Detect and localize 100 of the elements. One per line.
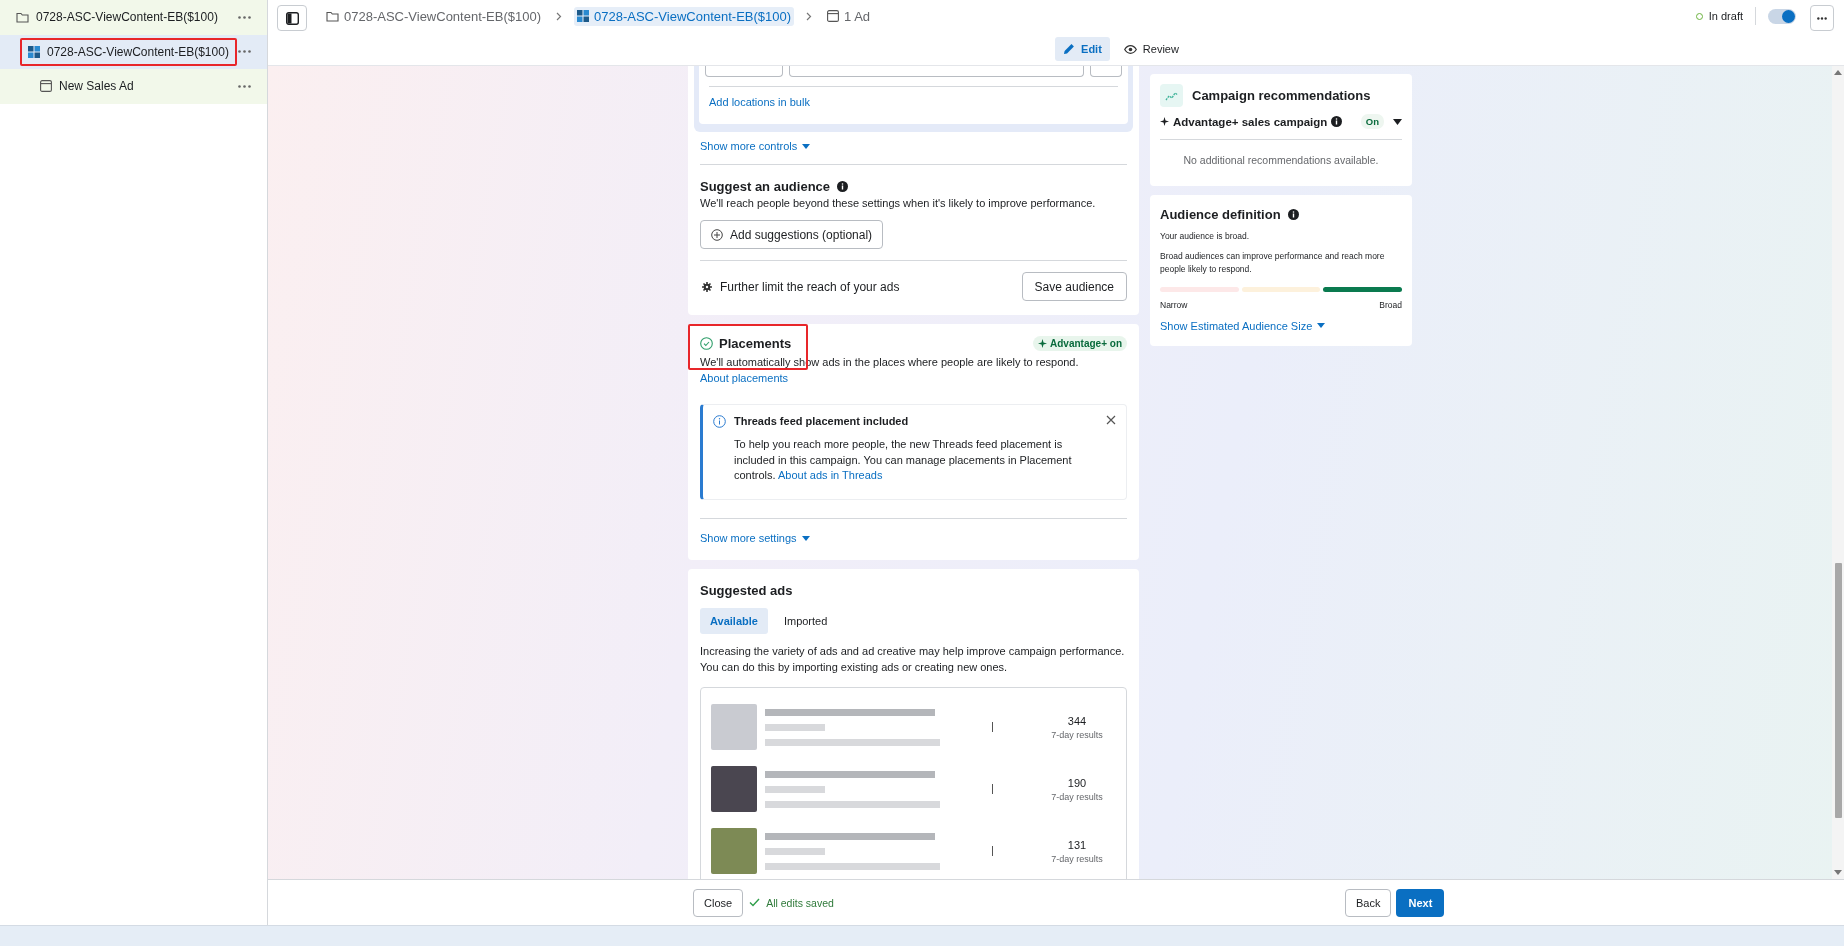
sidebar-item-label: 0728-ASC-ViewContent-EB($100) (47, 44, 229, 59)
grid-icon (577, 10, 590, 22)
sidebar-item[interactable]: 0728-ASC-ViewContent-EB($100) (0, 34, 267, 69)
audience-summary: Your audience is broad. (1160, 230, 1250, 243)
close-button[interactable]: Close (693, 888, 744, 917)
info-icon[interactable] (1287, 209, 1299, 220)
breadcrumb-label: 0728-ASC-ViewContent-EB($100) (344, 8, 542, 24)
empty-message: No additional recommendations available. (1182, 154, 1380, 166)
sidebar-item-label: New Sales Ad (59, 79, 134, 94)
check-circle-icon (700, 337, 713, 351)
show-more-settings-link[interactable]: Show more settings (700, 532, 810, 545)
caret-icon (802, 143, 811, 149)
scroll-thumb[interactable] (1834, 563, 1842, 818)
add-suggestions-button[interactable]: Add suggestions (optional) (700, 220, 884, 250)
tab[interactable]: Available (700, 608, 768, 635)
folder-icon (326, 10, 339, 22)
blurred-thumbnail (711, 766, 757, 813)
gear-icon (702, 281, 712, 292)
breadcrumb-link[interactable]: 0728-ASC-ViewContent-EB($100) (574, 6, 795, 26)
toggle-switch[interactable] (1768, 8, 1796, 24)
view-tab[interactable]: Review (1115, 37, 1187, 61)
back-button[interactable]: Back (1345, 888, 1392, 917)
trend-icon (1160, 84, 1183, 107)
sidebar-item[interactable]: New Sales Ad (0, 69, 267, 104)
redacted-text (765, 847, 825, 855)
sidebar-toggle-button[interactable] (277, 5, 307, 31)
chevron-right-icon (806, 11, 813, 21)
notice-title: Threads feed placement included (734, 415, 910, 428)
scroll-up-icon[interactable] (1834, 70, 1842, 75)
breadcrumb-link[interactable]: 0728-ASC-ViewContent-EB($100) (323, 6, 545, 26)
section-title: Suggested ads (700, 583, 794, 599)
redacted-text (765, 785, 825, 793)
more-icon[interactable] (238, 84, 251, 88)
show-more-controls-link[interactable]: Show more controls (700, 140, 811, 152)
folder-icon (16, 11, 29, 23)
result-label: 7-day results (1051, 853, 1103, 864)
suggested-ads-description: Increasing the variety of ads and ad creative may help improve campaign performance. You can do this by importing existing ads or creating new ones. (700, 644, 1126, 675)
eye-icon (1123, 44, 1137, 54)
sparkle-icon (1160, 117, 1169, 126)
scrollbar[interactable] (1832, 66, 1844, 879)
check-icon (749, 898, 761, 907)
sidebar-icon (285, 11, 299, 25)
save-status: All edits saved (766, 896, 834, 909)
blurred-thumbnail (711, 704, 757, 751)
grid-icon (28, 45, 40, 58)
further-limit-label: Further limit the reach of your ads (720, 279, 900, 294)
result-label: 7-day results (1051, 729, 1103, 740)
add-locations-link[interactable]: Add locations in bulk (709, 96, 810, 108)
input-field[interactable] (789, 66, 1084, 77)
more-button[interactable] (1810, 5, 1834, 31)
caret-icon (801, 535, 810, 541)
blurred-thumbnail (711, 828, 757, 875)
card-title: Audience definition (1160, 207, 1281, 222)
plus-circle-icon (711, 228, 723, 241)
advantage-badge: Advantage+ on (1033, 336, 1127, 352)
info-outline-icon (713, 415, 726, 429)
more-icon (1817, 16, 1827, 20)
sparkle-icon (1038, 339, 1048, 349)
input-field[interactable] (705, 66, 783, 77)
caret-icon (1317, 323, 1326, 329)
result-count: 190 (1067, 776, 1087, 789)
section-title: Placements (719, 336, 792, 352)
audience-description: Broad audiences can improve performance and reach more people likely to respond. (1160, 250, 1386, 275)
close-icon[interactable] (1106, 415, 1116, 426)
redacted-text (765, 723, 825, 731)
result-count: 344 (1067, 714, 1087, 727)
section-title: Suggest an audience (700, 179, 831, 194)
meter-min-label: Narrow (1160, 299, 1188, 310)
view-tab[interactable]: Edit (1055, 37, 1110, 61)
more-icon[interactable] (238, 15, 251, 19)
info-icon[interactable] (837, 181, 849, 192)
about-placements-link[interactable]: About placements (700, 371, 789, 384)
advantage-label: Advantage+ sales campaign (1173, 115, 1328, 128)
breadcrumb-link[interactable]: 1 Ad (824, 6, 874, 26)
status-pill: On (1360, 114, 1384, 129)
card-title: Campaign recommendations (1192, 88, 1371, 103)
about-ads-link[interactable]: About ads in Threads (778, 468, 883, 481)
result-label: 7-day results (1051, 791, 1103, 802)
sidebar-item[interactable]: 0728-ASC-ViewContent-EB($100) (0, 0, 267, 35)
next-button[interactable]: Next (1396, 888, 1445, 917)
breadcrumb-label: 0728-ASC-ViewContent-EB($100) (594, 8, 792, 24)
more-icon[interactable] (238, 50, 251, 54)
meter-max-label: Broad (1379, 299, 1402, 310)
chevron-right-icon (556, 11, 563, 21)
sidebar-item-label: 0728-ASC-ViewContent-EB($100) (36, 10, 218, 25)
notice-text: To help you reach more people, the new Threads feed placement is included in this campaign. You can manage placements in Placement controls. About ads in Threads (734, 437, 1073, 483)
section-description: We'll reach people beyond these settings when it's likely to improve performance. (700, 196, 1097, 211)
pencil-icon (1063, 43, 1076, 55)
input-field[interactable] (1090, 66, 1122, 77)
audience-size-link[interactable]: Show Estimated Audience Size (1160, 319, 1326, 332)
tab[interactable]: Imported (773, 608, 838, 635)
caret-icon[interactable] (1393, 118, 1402, 125)
info-icon[interactable] (1331, 116, 1343, 127)
breadcrumb-label: 1 Ad (844, 8, 871, 24)
scroll-down-icon[interactable] (1834, 870, 1842, 875)
save-audience-button[interactable]: Save audience (1021, 272, 1127, 302)
page-icon (40, 80, 52, 93)
page-icon (827, 10, 840, 22)
result-count: 131 (1067, 838, 1087, 851)
status-label: In draft (1708, 10, 1743, 22)
